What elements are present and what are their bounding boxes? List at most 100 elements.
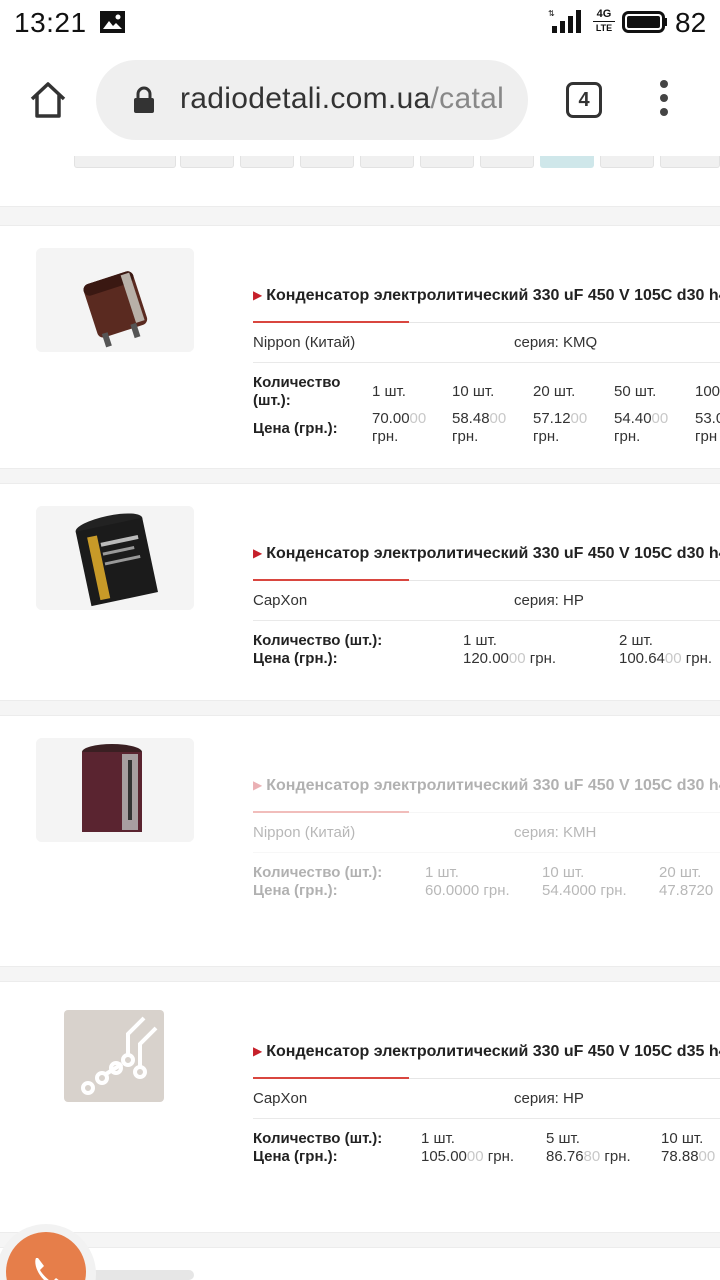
- home-icon[interactable]: [28, 80, 68, 120]
- divider: [253, 362, 720, 363]
- product-title-text[interactable]: Конденсатор электролитический 330 uF 450…: [266, 545, 720, 562]
- product-title[interactable]: ▶ Конденсатор электролитический 330 uF 45…: [253, 1043, 720, 1061]
- product-title-text[interactable]: Конденсатор электролитический 330 uF 450…: [266, 777, 720, 794]
- arrow-right-icon: ▶: [253, 778, 263, 792]
- tier-qty: 10 шт.: [542, 864, 585, 881]
- product-series: серия: HP: [514, 592, 584, 609]
- product-image[interactable]: [36, 248, 194, 352]
- product-card: ▶ Конденсатор электролитический 330 uF 45…: [0, 226, 720, 468]
- tier-qty: 1 шт.: [372, 383, 406, 400]
- tier-qty: 1 шт.: [421, 1130, 455, 1147]
- product-image[interactable]: [36, 506, 194, 610]
- call-button-circle[interactable]: [6, 1232, 86, 1280]
- product-title[interactable]: ▶ Конденсатор электролитический 330 uF 45…: [253, 777, 720, 795]
- section-divider: [0, 468, 720, 484]
- tier-price: 54.4000 грн.: [542, 882, 627, 899]
- tab-switcher-button[interactable]: 4: [566, 82, 602, 118]
- title-underline: [253, 579, 409, 581]
- tier-price: 100.6400 грн.: [619, 650, 713, 667]
- quantity-label: Количество (шт.):: [253, 864, 383, 881]
- product-manufacturer: CapXon: [253, 592, 308, 609]
- pagination-item[interactable]: [420, 156, 474, 168]
- browser-toolbar: radiodetali.com.ua/catal 4: [0, 46, 720, 156]
- arrow-right-icon: ▶: [253, 288, 263, 302]
- tier-qty: 1 шт.: [425, 864, 459, 881]
- tier-price: 105.0000 грн.: [421, 1148, 515, 1165]
- pagination-item[interactable]: [240, 156, 294, 168]
- svg-text:⇅: ⇅: [548, 9, 555, 18]
- divider: [253, 852, 720, 853]
- product-title[interactable]: ▶ Конденсатор электролитический 330 uF 45…: [253, 287, 720, 305]
- price-label: Цена (грн.):: [253, 420, 338, 437]
- tier-price: 58.4800 грн.: [452, 410, 507, 445]
- product-manufacturer: Nippon (Китай): [253, 334, 356, 351]
- tier-price: 47.8720: [659, 882, 714, 899]
- lock-icon: [134, 86, 154, 113]
- status-bar: 13:21 ⇅ 4G LTE 82: [0, 0, 720, 46]
- quantity-label: Количество (шт.):: [253, 374, 341, 409]
- network-sub-label: LTE: [593, 21, 615, 34]
- battery-percent: 82: [675, 7, 707, 38]
- pagination-item-active[interactable]: [540, 156, 594, 168]
- url-path: /catal: [430, 82, 505, 115]
- section-divider: [0, 206, 720, 226]
- price-label: Цена (грн.):: [253, 882, 338, 899]
- product-series: серия: KMQ: [514, 334, 598, 351]
- tier-qty: 20 шт.: [533, 383, 576, 400]
- product-title-text[interactable]: Конденсатор электролитический 330 uF 450…: [266, 287, 720, 304]
- pagination-item[interactable]: [180, 156, 234, 168]
- tier-qty: 2 шт.: [619, 632, 653, 649]
- tier-qty: 5 шт.: [546, 1130, 580, 1147]
- pagination-item[interactable]: [300, 156, 354, 168]
- url-text[interactable]: radiodetali.com.ua/catal: [180, 82, 504, 116]
- tier-qty: 50 шт.: [614, 383, 657, 400]
- overflow-menu-icon[interactable]: [654, 80, 674, 120]
- tier-price: 78.8800: [661, 1148, 716, 1165]
- status-time: 13:21: [14, 7, 87, 38]
- arrow-right-icon: ▶: [253, 1044, 263, 1058]
- tier-price: 70.0000 грн.: [372, 410, 427, 445]
- quantity-label: Количество (шт.):: [253, 1130, 383, 1147]
- call-button[interactable]: [0, 1224, 96, 1280]
- capacitor-image: [36, 248, 194, 352]
- url-host: radiodetali.com.ua: [180, 82, 431, 115]
- tier-qty: 10 шт.: [452, 383, 495, 400]
- divider: [409, 812, 720, 813]
- product-title[interactable]: ▶ Конденсатор электролитический 330 uF 45…: [253, 545, 720, 563]
- title-underline: [253, 811, 409, 813]
- phone-icon: [35, 1258, 59, 1280]
- divider: [253, 620, 720, 621]
- pagination-item[interactable]: [360, 156, 414, 168]
- product-card-unavailable: ▶ Конденсатор электролитический 330 uF 45…: [0, 716, 720, 966]
- quantity-label: Количество (шт.):: [253, 632, 383, 649]
- product-series: серия: HP: [514, 1090, 584, 1107]
- price-label: Цена (грн.):: [253, 1148, 338, 1165]
- arrow-right-icon: ▶: [253, 546, 263, 560]
- tier-qty: 1 шт.: [463, 632, 497, 649]
- product-title-text[interactable]: Конденсатор электролитический 330 uF 450…: [266, 1043, 720, 1060]
- product-card: ▶ Конденсатор электролитический 330 uF 45…: [0, 484, 720, 700]
- product-manufacturer: Nippon (Китай): [253, 824, 356, 841]
- price-label: Цена (грн.):: [253, 650, 338, 667]
- tier-price: 120.0000 грн.: [463, 650, 557, 667]
- battery-icon: [622, 11, 667, 33]
- pagination-item[interactable]: [600, 156, 654, 168]
- pagination-item[interactable]: [660, 156, 720, 168]
- tier-price: 86.7680 грн.: [546, 1148, 631, 1165]
- image-notification-icon: [100, 11, 125, 33]
- pagination-item[interactable]: [480, 156, 534, 168]
- capacitor-image: [36, 738, 194, 842]
- divider: [409, 580, 720, 581]
- tier-price: 54.4000 грн.: [614, 410, 669, 445]
- address-bar[interactable]: radiodetali.com.ua/catal: [96, 60, 528, 140]
- section-divider: [0, 1232, 720, 1248]
- title-underline: [253, 1077, 409, 1079]
- product-image-placeholder[interactable]: [36, 1004, 194, 1108]
- tier-qty: 10 шт.: [661, 1130, 704, 1147]
- network-label: 4G: [596, 8, 612, 20]
- product-image[interactable]: [36, 738, 194, 842]
- pagination-item[interactable]: [74, 156, 176, 168]
- product-card: ▶ Конденсатор электролитический 330 uF 45…: [0, 982, 720, 1232]
- section-divider: [0, 966, 720, 982]
- signal-strength-icon: ⇅: [548, 9, 581, 33]
